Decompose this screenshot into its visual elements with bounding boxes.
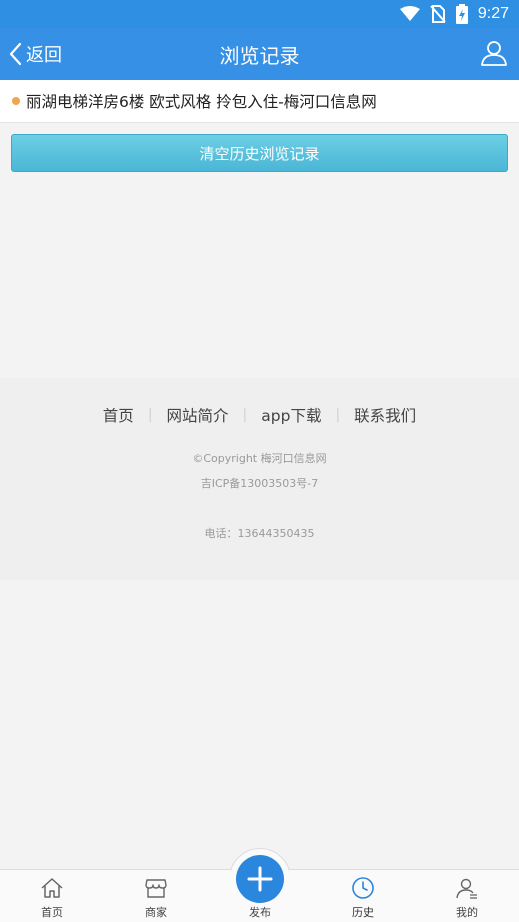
- bottom-tab-bar: 首页 商家 发布 历史 我的: [0, 848, 519, 922]
- user-profile-button[interactable]: [479, 38, 511, 70]
- footer-divider: |: [335, 407, 341, 423]
- history-list: 丽湖电梯洋房6楼 欧式风格 拎包入住-梅河口信息网: [0, 80, 519, 123]
- status-time: 9:27: [477, 5, 509, 22]
- page-title: 浏览记录: [219, 44, 300, 68]
- footer-link-about[interactable]: 网站简介: [167, 404, 229, 426]
- status-icons: 9:27: [399, 4, 509, 24]
- store-icon: [145, 879, 167, 898]
- battery-charging-icon: [455, 4, 468, 24]
- tab-history[interactable]: 历史: [311, 870, 415, 922]
- user-icon: [456, 878, 477, 899]
- bullet-dot-icon: [12, 97, 20, 105]
- footer-links: 首页 | 网站简介 | app下载 | 联系我们: [0, 404, 519, 426]
- tab-home[interactable]: 首页: [0, 870, 104, 922]
- tab-merchants[interactable]: 商家: [104, 870, 208, 922]
- status-bar: 9:27: [0, 0, 519, 28]
- clear-history-button[interactable]: 清空历史浏览记录: [11, 134, 508, 172]
- footer-copyright: ©Copyright 梅河口信息网: [192, 452, 327, 465]
- tab-publish-label: 发布: [249, 906, 271, 919]
- tab-history-label: 历史: [352, 906, 374, 919]
- home-icon: [41, 878, 63, 898]
- footer-link-app-download[interactable]: app下载: [261, 404, 321, 426]
- footer-divider: |: [147, 407, 153, 423]
- history-item-title: 丽湖电梯洋房6楼 欧式风格 拎包入住-梅河口信息网: [26, 93, 377, 111]
- site-footer: 首页 | 网站简介 | app下载 | 联系我们 ©Copyright 梅河口信…: [0, 378, 519, 580]
- footer-divider: |: [242, 407, 248, 423]
- clock-icon: [352, 877, 374, 899]
- wifi-icon: [399, 6, 420, 21]
- tab-home-label: 首页: [41, 906, 63, 919]
- app-header: 返回 浏览记录: [0, 28, 519, 80]
- tab-profile[interactable]: 我的: [415, 870, 519, 922]
- tab-profile-label: 我的: [456, 906, 478, 919]
- no-sim-icon: [430, 5, 446, 23]
- user-icon: [481, 41, 507, 66]
- tab-merchants-label: 商家: [145, 906, 167, 919]
- footer-link-home[interactable]: 首页: [103, 404, 134, 426]
- footer-link-contact[interactable]: 联系我们: [354, 404, 416, 426]
- history-item[interactable]: 丽湖电梯洋房6楼 欧式风格 拎包入住-梅河口信息网: [0, 80, 519, 122]
- plus-icon: [247, 866, 273, 892]
- publish-button[interactable]: [236, 855, 284, 903]
- footer-phone: 电话：13644350435: [204, 527, 315, 540]
- footer-icp: 吉ICP备13003503号-7: [200, 477, 319, 490]
